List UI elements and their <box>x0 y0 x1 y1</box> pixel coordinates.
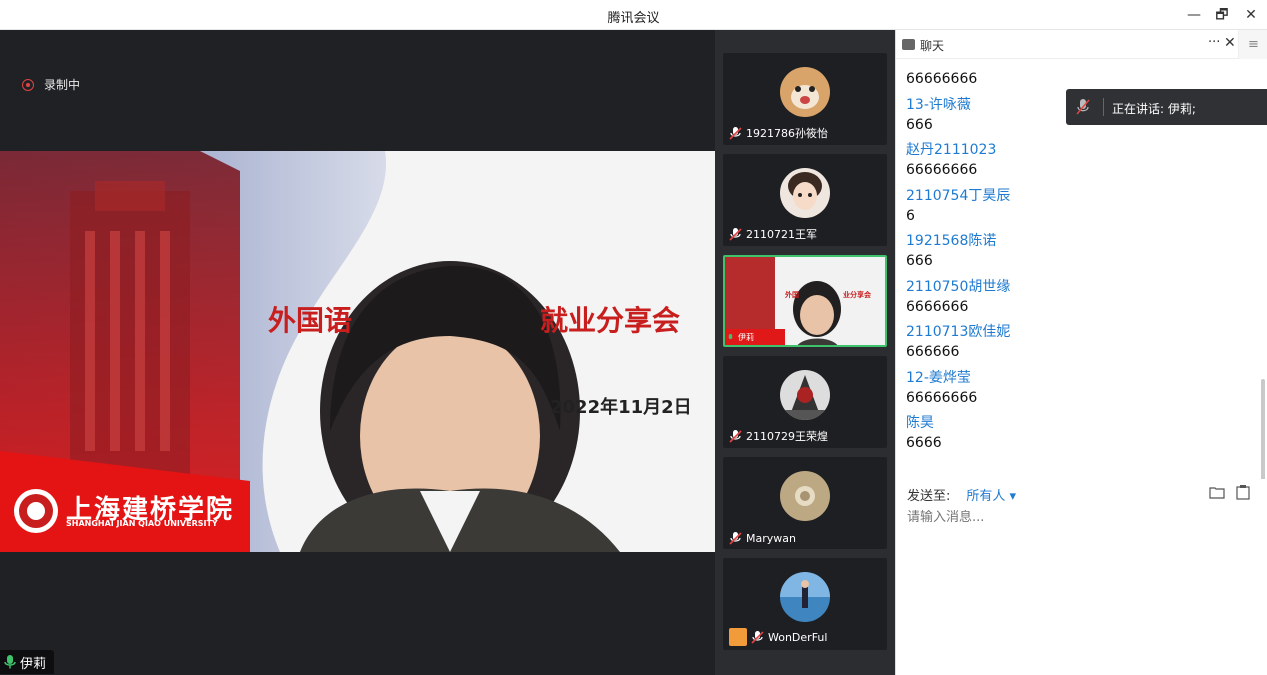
participant-name: WonDerFul <box>768 630 828 644</box>
chat-input[interactable] <box>907 510 1247 525</box>
participant-label: Marywan <box>729 532 796 545</box>
chat-bubble-icon <box>902 39 915 50</box>
chat-message-sender: 13-许咏薇 <box>906 97 971 113</box>
mic-muted-icon <box>729 429 742 443</box>
slide-title-right: 就业分享会 <box>540 304 681 337</box>
chat-message-text: 666 <box>906 117 933 133</box>
participant-label: 2110729王荣煌 <box>729 428 828 444</box>
close-window-button[interactable]: ✕ <box>1240 5 1262 25</box>
chat-message-text: 66666666 <box>906 71 978 87</box>
send-to-label: 发送至: <box>907 489 951 504</box>
chat-message-text: 66666666 <box>906 162 978 178</box>
mic-on-icon <box>4 655 16 669</box>
active-speaker-tag: 伊莉 <box>0 650 55 674</box>
dog-avatar <box>780 67 830 117</box>
more-options-button[interactable]: ··· <box>1208 35 1220 50</box>
chat-message-text: 666666 <box>906 344 960 360</box>
participant-tile[interactable]: Marywan <box>723 457 887 549</box>
chat-message-text: 6666666 <box>906 299 969 315</box>
chat-message-text: 66666666 <box>906 390 978 406</box>
participant-name: 2110729王荣煌 <box>746 430 828 443</box>
participant-label: 1921786孙筱怡 <box>729 125 828 141</box>
participant-name: 伊莉 <box>738 333 754 342</box>
seaside-avatar <box>780 572 830 622</box>
chat-message-sender: 2110754丁昊辰 <box>906 188 1011 204</box>
mic-muted-icon <box>729 227 742 241</box>
mic-muted-icon <box>751 630 764 644</box>
knight-avatar <box>780 370 830 420</box>
participant-name: 1921786孙筱怡 <box>746 127 828 140</box>
chat-message-sender: 2110713欧佳妮 <box>906 324 1011 340</box>
participant-tile[interactable]: 1921786孙筱怡 <box>723 53 887 145</box>
chat-message-sender: 2110750胡世缘 <box>906 279 1011 295</box>
mic-muted-icon <box>729 532 742 545</box>
clipboard-icon[interactable] <box>1235 484 1251 500</box>
chat-message-text: 6 <box>906 208 915 224</box>
record-icon <box>22 78 34 91</box>
speaking-label: 正在讲话: 伊莉; <box>1112 102 1196 116</box>
chat-message-sender: 1921568陈诺 <box>906 233 997 249</box>
participant-tile-active[interactable]: 外国 业分享会 伊莉 <box>723 255 887 347</box>
title-bar: 腾讯会议 — 🗗 ✕ <box>0 0 1267 30</box>
mic-muted-icon <box>729 126 742 140</box>
svg-text:业分享会: 业分享会 <box>843 290 872 299</box>
participant-name: Marywan <box>746 532 796 545</box>
shared-screen: 外国语 就业分享会 2022年11月2日 上海建桥学院 SHANGHAI JIA… <box>0 151 715 552</box>
mic-on-icon <box>728 333 733 339</box>
send-to-row: 发送至: 所有人 ▾ <box>907 485 1016 504</box>
chat-scrollbar[interactable] <box>1261 379 1265 479</box>
shell-avatar <box>780 471 830 521</box>
chat-message-sender: 12-姜烨莹 <box>906 370 971 386</box>
chat-message-text: 666 <box>906 253 933 269</box>
svg-text:外国: 外国 <box>785 290 799 299</box>
school-english-name: SHANGHAI JIAN QIAO UNIVERSITY <box>66 519 218 528</box>
recording-indicator[interactable]: 录制中 <box>22 76 80 93</box>
folder-icon[interactable] <box>1209 484 1225 500</box>
chat-message-sender: 赵丹2111023 <box>906 142 997 158</box>
mic-muted-icon <box>1076 99 1090 115</box>
window-title: 腾讯会议 <box>607 11 660 26</box>
participant-name: 2110721王军 <box>746 228 817 241</box>
participant-tile[interactable]: WonDerFul <box>723 558 887 650</box>
chat-menu-button[interactable]: ≡ <box>1238 30 1267 59</box>
main-stage: 录制中 外国语 就业分享会 2022年11月2日 上海建桥学院 SHANGHAI… <box>0 30 715 675</box>
chat-title: 聊天 <box>920 39 945 53</box>
participant-tile[interactable]: 2110729王荣煌 <box>723 356 887 448</box>
participant-label: 2110721王军 <box>729 226 817 242</box>
chat-toolbar <box>1209 484 1251 500</box>
send-to-dropdown[interactable]: 所有人 ▾ <box>966 485 1016 504</box>
user-icon <box>729 628 747 646</box>
minimize-button[interactable]: — <box>1183 5 1205 25</box>
participant-label: 伊莉 <box>727 332 754 343</box>
chat-message-sender: 陈昊 <box>906 415 934 431</box>
close-chat-button[interactable]: ✕ <box>1224 35 1236 51</box>
chat-message-text: 6666 <box>906 435 942 451</box>
slide-title-left: 外国语 <box>268 304 353 337</box>
active-speaker-name: 伊莉 <box>20 656 47 672</box>
participant-label: WonDerFul <box>729 628 827 646</box>
restore-button[interactable]: 🗗 <box>1211 5 1233 25</box>
slide-date: 2022年11月2日 <box>550 397 692 418</box>
chat-panel: 聊天 ··· ✕ ≡ 66666666 13-许咏薇 666 赵丹2111023… <box>895 30 1267 675</box>
recording-label: 录制中 <box>44 78 81 92</box>
divider <box>1103 98 1104 116</box>
participant-tile[interactable]: 2110721王军 <box>723 154 887 246</box>
participant-strip: 1921786孙筱怡 2110721王军 外国 业分享会 伊莉 2110729王… <box>715 30 895 675</box>
chat-header: 聊天 ··· ✕ ≡ <box>896 30 1267 59</box>
speaking-indicator: 正在讲话: 伊莉; <box>1066 89 1267 125</box>
child-avatar <box>780 168 830 218</box>
